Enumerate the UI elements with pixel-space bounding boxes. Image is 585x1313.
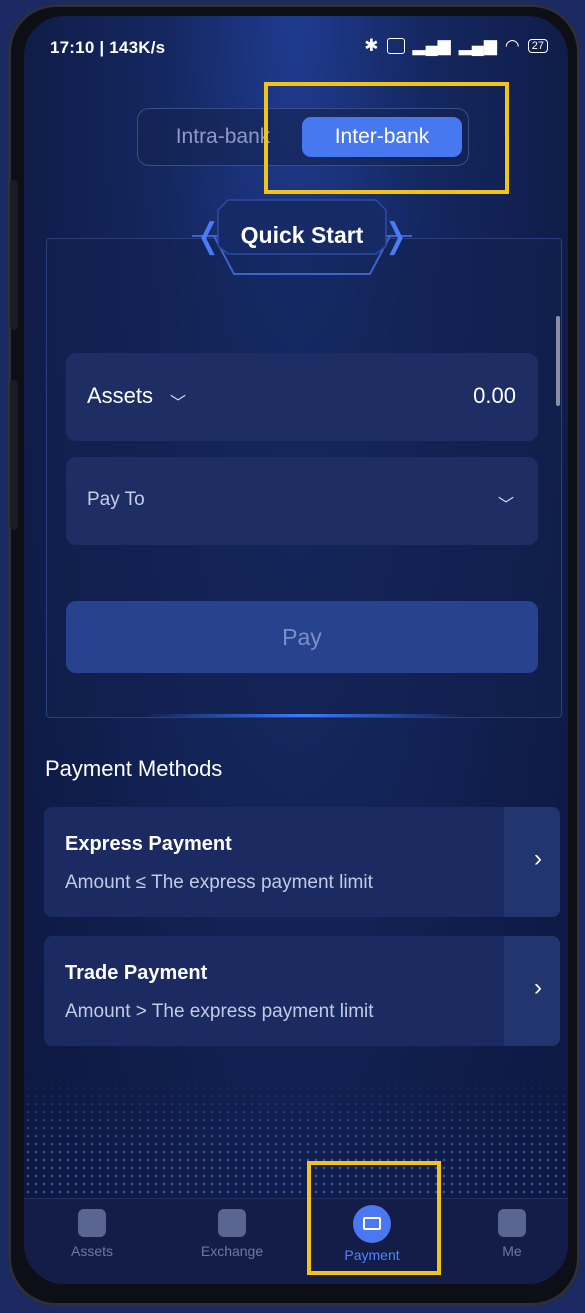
power-button	[10, 380, 18, 530]
scrollbar[interactable]	[556, 316, 560, 406]
tab-me[interactable]: Me	[462, 1209, 562, 1259]
method-arrow-area	[504, 807, 560, 917]
chevron-right-icon: ❭	[381, 217, 411, 255]
card-glow-line	[144, 714, 464, 717]
quick-start-header: ❬ Quick Start ❭	[192, 196, 412, 278]
exchange-icon	[218, 1209, 246, 1237]
express-payment-option[interactable]: Express Payment Amount ≤ The express pay…	[44, 807, 560, 917]
chevron-right-icon: ›	[534, 845, 542, 872]
bottom-tab-bar: Assets Exchange Payment Me	[24, 1198, 568, 1284]
status-icons: ✱ ▂▄▆ ▂▄▆ ◠ 27	[364, 36, 548, 56]
payment-methods-title: Payment Methods	[45, 756, 223, 781]
vpn-icon	[386, 38, 405, 54]
chevron-down-icon: ﹀	[170, 395, 187, 412]
chevron-left-icon: ❬	[194, 217, 223, 255]
volume-button	[10, 180, 18, 330]
signal-icon: ▂▄▆	[412, 36, 451, 55]
method-subtitle: Amount ≤ The express payment limit	[65, 872, 373, 893]
user-icon	[498, 1209, 526, 1237]
bluetooth-icon: ✱	[364, 36, 379, 55]
battery-icon: 27	[527, 39, 548, 53]
quick-start-title: Quick Start	[240, 222, 364, 248]
chevron-down-icon: ﹀	[497, 497, 514, 514]
status-bar: 17:10 | 143K/s ✱ ▂▄▆ ▂▄▆ ◠ 27	[24, 16, 568, 72]
tab-label: Assets	[70, 1243, 113, 1259]
assets-balance: 0.00	[473, 383, 516, 408]
tab-label: Me	[502, 1243, 522, 1259]
pay-to-selector[interactable]: Pay To ﹀	[66, 457, 538, 545]
pay-button[interactable]: Pay	[66, 601, 538, 673]
highlight-box-inter-bank	[264, 82, 509, 194]
method-subtitle: Amount > The express payment limit	[65, 1001, 374, 1022]
trade-payment-option[interactable]: Trade Payment Amount > The express payme…	[44, 936, 560, 1046]
signal-icon: ▂▄▆	[458, 36, 497, 55]
method-arrow-area	[504, 936, 560, 1046]
pay-to-label: Pay To	[87, 489, 145, 510]
highlight-box-payment-tab	[307, 1161, 441, 1275]
wallet-icon	[78, 1209, 106, 1237]
chevron-right-icon: ›	[534, 974, 542, 1001]
status-time: 17:10 | 143K/s	[50, 38, 166, 57]
method-title: Express Payment	[65, 833, 232, 855]
tab-exchange[interactable]: Exchange	[182, 1209, 282, 1259]
wifi-icon: ◠	[504, 36, 520, 55]
tab-assets[interactable]: Assets	[42, 1209, 142, 1259]
assets-selector[interactable]: Assets ﹀ 0.00	[66, 353, 538, 441]
app-screen: 17:10 | 143K/s ✱ ▂▄▆ ▂▄▆ ◠ 27 Intra-bank…	[24, 16, 568, 1284]
method-title: Trade Payment	[65, 962, 208, 984]
assets-label: Assets	[87, 383, 154, 408]
decorative-dot-wave	[24, 1076, 568, 1206]
tab-label: Exchange	[200, 1243, 264, 1259]
